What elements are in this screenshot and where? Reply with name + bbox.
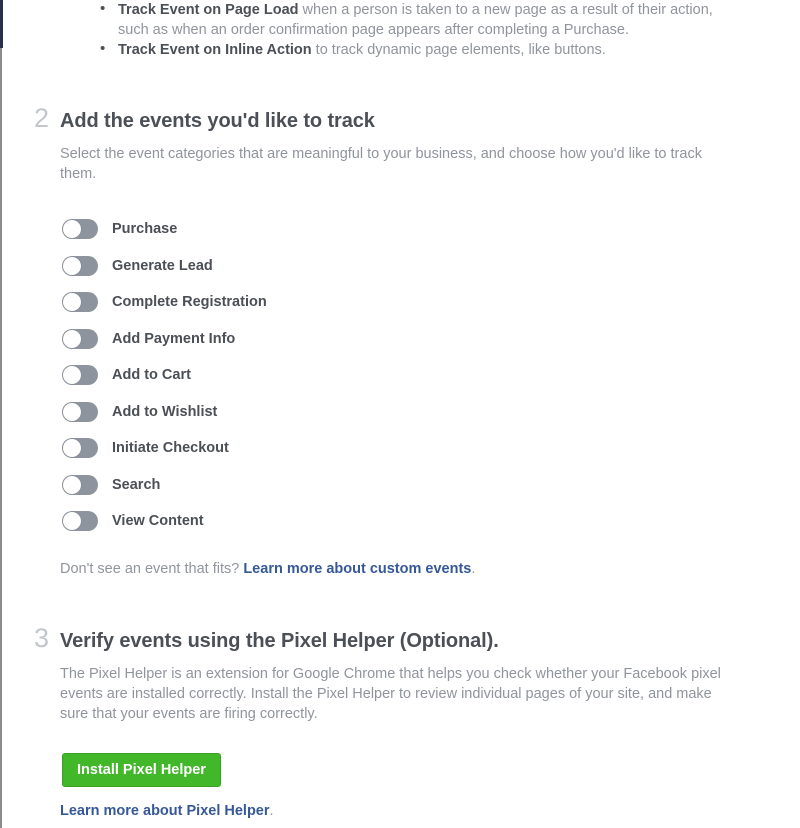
learn-more-pixel-helper-link[interactable]: Learn more about Pixel Helper bbox=[60, 803, 270, 819]
pixel-helper-learn-more: Learn more about Pixel Helper. bbox=[60, 803, 274, 819]
section-2-title: Add the events you'd like to track bbox=[60, 110, 375, 132]
learn-more-custom-events-link[interactable]: Learn more about custom events bbox=[243, 561, 471, 577]
section-2-header: 2 Add the events you'd like to track bbox=[34, 103, 375, 134]
left-rail-accent bbox=[0, 0, 3, 48]
toggle-knob bbox=[63, 329, 81, 348]
event-label: Complete Registration bbox=[112, 294, 267, 311]
toggle-knob bbox=[63, 402, 81, 421]
event-row-add-to-wishlist[interactable]: Add to Wishlist bbox=[62, 394, 267, 431]
event-label: Search bbox=[112, 476, 161, 493]
section-2-description: Select the event categories that are mea… bbox=[60, 146, 702, 182]
install-pixel-helper-button-label: Install Pixel Helper bbox=[77, 762, 206, 778]
event-row-purchase[interactable]: Purchase bbox=[62, 211, 267, 248]
toggle-purchase[interactable] bbox=[62, 219, 98, 240]
event-row-add-to-cart[interactable]: Add to Cart bbox=[62, 357, 267, 394]
toggle-knob bbox=[63, 220, 81, 239]
toggle-add-payment-info[interactable] bbox=[62, 328, 98, 349]
event-label: Add to Cart bbox=[112, 367, 191, 384]
toggle-add-to-cart[interactable] bbox=[62, 365, 98, 386]
left-rail-divider bbox=[0, 0, 2, 828]
event-label: View Content bbox=[112, 513, 204, 530]
bullet-text: to track dynamic page elements, like but… bbox=[311, 42, 606, 58]
custom-events-note: Don't see an event that fits? Learn more… bbox=[60, 559, 475, 579]
event-label: Initiate Checkout bbox=[112, 440, 229, 457]
bullet-lead-in: Track Event on Inline Action bbox=[118, 42, 312, 58]
toggle-add-to-wishlist[interactable] bbox=[62, 401, 98, 422]
section-3-header: 3 Verify events using the Pixel Helper (… bbox=[34, 623, 499, 654]
event-row-view-content[interactable]: View Content bbox=[62, 503, 267, 540]
custom-events-note-suffix: . bbox=[471, 561, 476, 577]
event-row-complete-registration[interactable]: Complete Registration bbox=[62, 284, 267, 321]
toggle-generate-lead[interactable] bbox=[62, 255, 98, 276]
event-label: Generate Lead bbox=[112, 257, 213, 274]
learn-more-suffix: . bbox=[269, 803, 274, 819]
event-label: Add to Wishlist bbox=[112, 403, 218, 420]
section-3-title: Verify events using the Pixel Helper (Op… bbox=[60, 630, 499, 652]
toggle-initiate-checkout[interactable] bbox=[62, 438, 98, 459]
toggle-search[interactable] bbox=[62, 474, 98, 495]
event-label: Purchase bbox=[112, 221, 178, 238]
toggle-knob bbox=[63, 366, 81, 385]
section-3-number: 3 bbox=[34, 623, 50, 653]
pixel-setup-page: Track Event on Page Load when a person i… bbox=[0, 0, 800, 828]
install-pixel-helper-button[interactable]: Install Pixel Helper bbox=[62, 753, 221, 787]
toggle-knob bbox=[63, 293, 81, 312]
list-item: Track Event on Inline Action to track dy… bbox=[96, 39, 716, 60]
toggle-view-content[interactable] bbox=[62, 511, 98, 532]
list-item: Track Event on Page Load when a person i… bbox=[96, 0, 716, 40]
tracking-method-bullet-list: Track Event on Page Load when a person i… bbox=[96, 0, 716, 60]
section-2-number: 2 bbox=[34, 103, 50, 133]
section-3-description: The Pixel Helper is an extension for Goo… bbox=[60, 666, 721, 722]
event-label: Add Payment Info bbox=[112, 330, 236, 347]
toggle-knob bbox=[63, 256, 81, 275]
event-row-generate-lead[interactable]: Generate Lead bbox=[62, 248, 267, 285]
event-toggle-list: Purchase Generate Lead Complete Registra… bbox=[62, 211, 267, 540]
event-row-search[interactable]: Search bbox=[62, 467, 267, 504]
event-row-add-payment-info[interactable]: Add Payment Info bbox=[62, 321, 267, 358]
toggle-complete-registration[interactable] bbox=[62, 292, 98, 313]
toggle-knob bbox=[63, 439, 81, 458]
custom-events-note-prefix: Don't see an event that fits? bbox=[60, 561, 244, 577]
bullet-lead-in: Track Event on Page Load bbox=[118, 2, 299, 18]
toggle-knob bbox=[63, 512, 81, 531]
toggle-knob bbox=[63, 475, 81, 494]
event-row-initiate-checkout[interactable]: Initiate Checkout bbox=[62, 430, 267, 467]
